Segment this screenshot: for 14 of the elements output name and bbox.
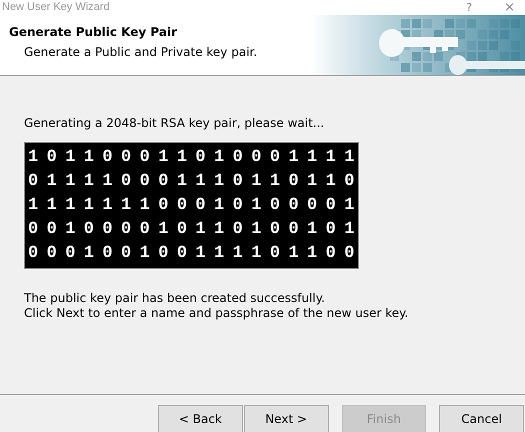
bit-row-text: 1 1 1 1 1 1 1 0 0 0 1 0 1 0 0 0 0 1 [28, 195, 354, 217]
wizard-button[interactable]: Next > [244, 405, 328, 432]
bit-row-text: 0 0 1 0 0 0 0 1 0 1 1 0 1 0 0 1 0 1 [28, 219, 354, 241]
bit-row-text: 0 1 1 1 1 0 0 0 1 1 1 0 1 1 0 1 1 0 [28, 171, 354, 193]
result-text: Click Next to enter a name and passphrase of the new user key. [24, 306, 410, 321]
window-title: New User Key Wizard [2, 0, 110, 15]
bit-row-text: 1 0 1 1 0 0 0 1 1 0 1 0 0 0 1 1 1 1 [28, 147, 354, 169]
wizard-button[interactable]: Cancel [439, 405, 524, 432]
bit-row-text: 0 0 0 1 0 0 1 0 0 1 1 1 1 0 1 1 0 0 [28, 243, 354, 265]
wizard-button[interactable]: < Back [158, 405, 243, 432]
page-title: Generate Public Key Pair [9, 25, 178, 39]
status-text: Generating a 2048-bit RSA key pair, please wait... [24, 116, 326, 130]
page-subtitle: Generate a Public and Private key pair. [23, 44, 258, 59]
result-text: The public key pair has been created successfully. [24, 291, 326, 306]
